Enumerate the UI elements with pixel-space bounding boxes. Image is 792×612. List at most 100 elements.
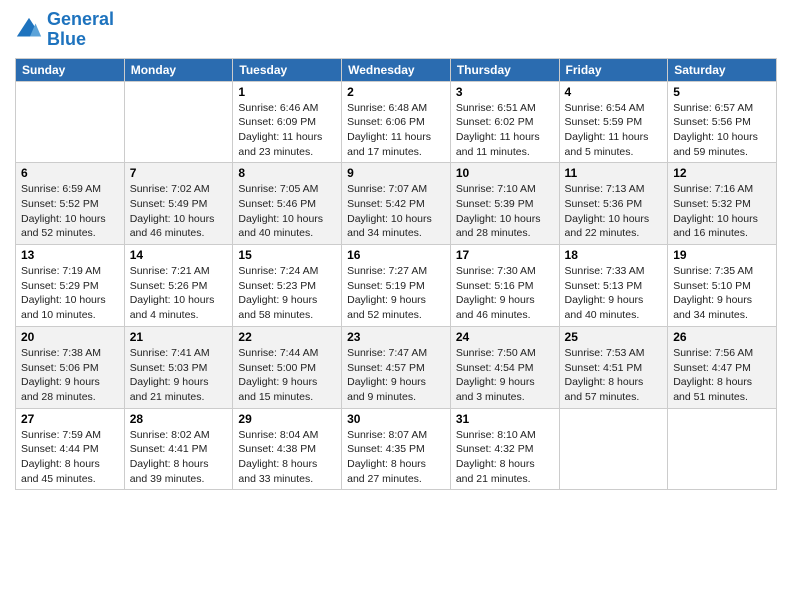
calendar-day-cell: 30 Sunrise: 8:07 AMSunset: 4:35 PMDaylig…	[342, 408, 451, 490]
day-detail: Sunrise: 8:07 AMSunset: 4:35 PMDaylight:…	[347, 429, 427, 485]
calendar-day-cell: 27 Sunrise: 7:59 AMSunset: 4:44 PMDaylig…	[16, 408, 125, 490]
day-detail: Sunrise: 6:48 AMSunset: 6:06 PMDaylight:…	[347, 102, 431, 158]
calendar-day-cell	[559, 408, 668, 490]
day-detail: Sunrise: 7:27 AMSunset: 5:19 PMDaylight:…	[347, 265, 427, 321]
day-number: 15	[238, 248, 336, 262]
calendar-day-cell: 23 Sunrise: 7:47 AMSunset: 4:57 PMDaylig…	[342, 326, 451, 408]
day-detail: Sunrise: 7:21 AMSunset: 5:26 PMDaylight:…	[130, 265, 215, 321]
day-number: 5	[673, 85, 771, 99]
day-detail: Sunrise: 7:56 AMSunset: 4:47 PMDaylight:…	[673, 347, 753, 403]
day-number: 9	[347, 166, 445, 180]
calendar-day-cell	[124, 81, 233, 163]
day-detail: Sunrise: 7:13 AMSunset: 5:36 PMDaylight:…	[565, 183, 650, 239]
day-number: 27	[21, 412, 119, 426]
day-detail: Sunrise: 6:57 AMSunset: 5:56 PMDaylight:…	[673, 102, 758, 158]
logo-text: General Blue	[47, 10, 114, 50]
calendar-day-cell: 22 Sunrise: 7:44 AMSunset: 5:00 PMDaylig…	[233, 326, 342, 408]
day-number: 20	[21, 330, 119, 344]
day-number: 2	[347, 85, 445, 99]
calendar-week-row: 27 Sunrise: 7:59 AMSunset: 4:44 PMDaylig…	[16, 408, 777, 490]
calendar-day-cell: 9 Sunrise: 7:07 AMSunset: 5:42 PMDayligh…	[342, 163, 451, 245]
calendar-day-cell: 13 Sunrise: 7:19 AMSunset: 5:29 PMDaylig…	[16, 245, 125, 327]
day-number: 18	[565, 248, 663, 262]
calendar-day-cell: 15 Sunrise: 7:24 AMSunset: 5:23 PMDaylig…	[233, 245, 342, 327]
calendar-day-cell: 31 Sunrise: 8:10 AMSunset: 4:32 PMDaylig…	[450, 408, 559, 490]
calendar-day-cell: 2 Sunrise: 6:48 AMSunset: 6:06 PMDayligh…	[342, 81, 451, 163]
calendar-day-cell: 29 Sunrise: 8:04 AMSunset: 4:38 PMDaylig…	[233, 408, 342, 490]
weekday-header-thursday: Thursday	[450, 58, 559, 81]
calendar-week-row: 6 Sunrise: 6:59 AMSunset: 5:52 PMDayligh…	[16, 163, 777, 245]
logo-icon	[15, 16, 43, 44]
calendar-day-cell: 25 Sunrise: 7:53 AMSunset: 4:51 PMDaylig…	[559, 326, 668, 408]
day-number: 24	[456, 330, 554, 344]
logo-blue: Blue	[47, 29, 86, 49]
day-detail: Sunrise: 7:50 AMSunset: 4:54 PMDaylight:…	[456, 347, 536, 403]
day-number: 1	[238, 85, 336, 99]
day-number: 19	[673, 248, 771, 262]
day-number: 28	[130, 412, 228, 426]
day-number: 25	[565, 330, 663, 344]
calendar-day-cell: 3 Sunrise: 6:51 AMSunset: 6:02 PMDayligh…	[450, 81, 559, 163]
day-detail: Sunrise: 7:33 AMSunset: 5:13 PMDaylight:…	[565, 265, 645, 321]
calendar-day-cell	[16, 81, 125, 163]
day-detail: Sunrise: 8:10 AMSunset: 4:32 PMDaylight:…	[456, 429, 536, 485]
day-detail: Sunrise: 7:07 AMSunset: 5:42 PMDaylight:…	[347, 183, 432, 239]
day-detail: Sunrise: 7:10 AMSunset: 5:39 PMDaylight:…	[456, 183, 541, 239]
day-detail: Sunrise: 7:19 AMSunset: 5:29 PMDaylight:…	[21, 265, 106, 321]
day-number: 17	[456, 248, 554, 262]
calendar-day-cell: 10 Sunrise: 7:10 AMSunset: 5:39 PMDaylig…	[450, 163, 559, 245]
calendar-day-cell: 14 Sunrise: 7:21 AMSunset: 5:26 PMDaylig…	[124, 245, 233, 327]
day-number: 22	[238, 330, 336, 344]
weekday-header-saturday: Saturday	[668, 58, 777, 81]
day-number: 8	[238, 166, 336, 180]
day-detail: Sunrise: 7:35 AMSunset: 5:10 PMDaylight:…	[673, 265, 753, 321]
day-detail: Sunrise: 7:38 AMSunset: 5:06 PMDaylight:…	[21, 347, 101, 403]
day-number: 3	[456, 85, 554, 99]
day-number: 6	[21, 166, 119, 180]
day-number: 26	[673, 330, 771, 344]
calendar-day-cell: 21 Sunrise: 7:41 AMSunset: 5:03 PMDaylig…	[124, 326, 233, 408]
day-detail: Sunrise: 6:59 AMSunset: 5:52 PMDaylight:…	[21, 183, 106, 239]
day-detail: Sunrise: 7:44 AMSunset: 5:00 PMDaylight:…	[238, 347, 318, 403]
day-number: 12	[673, 166, 771, 180]
calendar-day-cell: 12 Sunrise: 7:16 AMSunset: 5:32 PMDaylig…	[668, 163, 777, 245]
calendar-day-cell: 11 Sunrise: 7:13 AMSunset: 5:36 PMDaylig…	[559, 163, 668, 245]
day-number: 21	[130, 330, 228, 344]
day-detail: Sunrise: 7:24 AMSunset: 5:23 PMDaylight:…	[238, 265, 318, 321]
day-detail: Sunrise: 6:54 AMSunset: 5:59 PMDaylight:…	[565, 102, 649, 158]
day-detail: Sunrise: 7:30 AMSunset: 5:16 PMDaylight:…	[456, 265, 536, 321]
logo-general: General	[47, 9, 114, 29]
calendar-day-cell: 8 Sunrise: 7:05 AMSunset: 5:46 PMDayligh…	[233, 163, 342, 245]
calendar-day-cell: 28 Sunrise: 8:02 AMSunset: 4:41 PMDaylig…	[124, 408, 233, 490]
weekday-header-row: SundayMondayTuesdayWednesdayThursdayFrid…	[16, 58, 777, 81]
calendar-day-cell: 24 Sunrise: 7:50 AMSunset: 4:54 PMDaylig…	[450, 326, 559, 408]
day-number: 4	[565, 85, 663, 99]
calendar-day-cell: 18 Sunrise: 7:33 AMSunset: 5:13 PMDaylig…	[559, 245, 668, 327]
weekday-header-monday: Monday	[124, 58, 233, 81]
calendar-table: SundayMondayTuesdayWednesdayThursdayFrid…	[15, 58, 777, 491]
day-number: 13	[21, 248, 119, 262]
day-number: 16	[347, 248, 445, 262]
day-detail: Sunrise: 6:46 AMSunset: 6:09 PMDaylight:…	[238, 102, 322, 158]
calendar-day-cell	[668, 408, 777, 490]
calendar-week-row: 20 Sunrise: 7:38 AMSunset: 5:06 PMDaylig…	[16, 326, 777, 408]
day-number: 7	[130, 166, 228, 180]
day-number: 11	[565, 166, 663, 180]
day-detail: Sunrise: 8:04 AMSunset: 4:38 PMDaylight:…	[238, 429, 318, 485]
day-number: 10	[456, 166, 554, 180]
logo: General Blue	[15, 10, 114, 50]
day-number: 23	[347, 330, 445, 344]
weekday-header-wednesday: Wednesday	[342, 58, 451, 81]
weekday-header-friday: Friday	[559, 58, 668, 81]
day-number: 30	[347, 412, 445, 426]
calendar-day-cell: 7 Sunrise: 7:02 AMSunset: 5:49 PMDayligh…	[124, 163, 233, 245]
calendar-day-cell: 20 Sunrise: 7:38 AMSunset: 5:06 PMDaylig…	[16, 326, 125, 408]
calendar-day-cell: 5 Sunrise: 6:57 AMSunset: 5:56 PMDayligh…	[668, 81, 777, 163]
day-number: 31	[456, 412, 554, 426]
day-number: 14	[130, 248, 228, 262]
calendar-day-cell: 4 Sunrise: 6:54 AMSunset: 5:59 PMDayligh…	[559, 81, 668, 163]
calendar-day-cell: 26 Sunrise: 7:56 AMSunset: 4:47 PMDaylig…	[668, 326, 777, 408]
calendar-week-row: 13 Sunrise: 7:19 AMSunset: 5:29 PMDaylig…	[16, 245, 777, 327]
calendar-day-cell: 19 Sunrise: 7:35 AMSunset: 5:10 PMDaylig…	[668, 245, 777, 327]
day-detail: Sunrise: 7:47 AMSunset: 4:57 PMDaylight:…	[347, 347, 427, 403]
